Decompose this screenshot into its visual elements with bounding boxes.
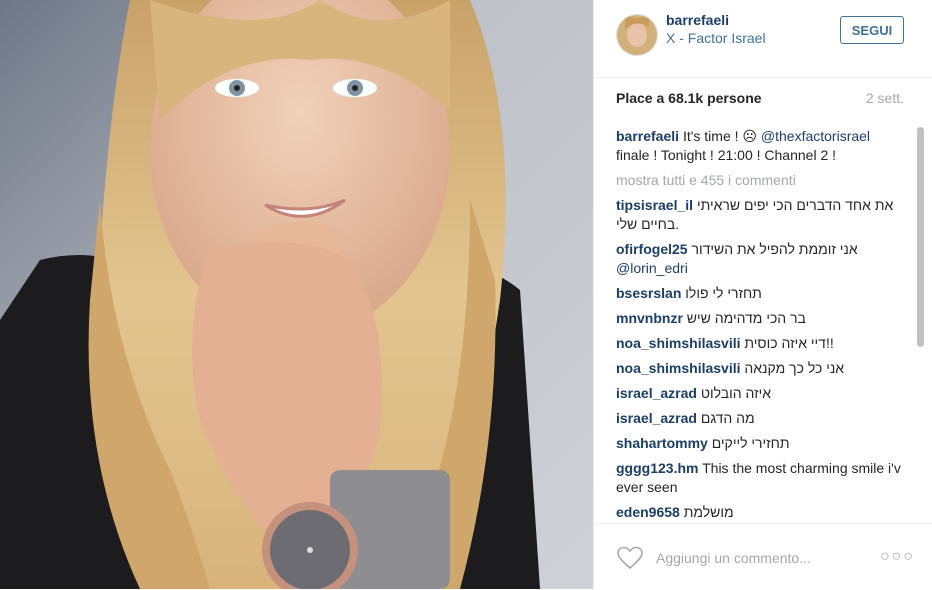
- post-username[interactable]: barrefaeli: [666, 12, 729, 28]
- comment-username[interactable]: shahartommy: [616, 435, 708, 451]
- comment-item: noa_shimshilasvili אני כל כך מקנאה: [616, 359, 906, 378]
- likes-count[interactable]: Place a 68.1k persone: [616, 90, 762, 106]
- comment-item: israel_azrad איזה הובלוט: [616, 384, 906, 403]
- comment-username[interactable]: gggg123.hm: [616, 460, 698, 476]
- post-photo[interactable]: [0, 0, 593, 589]
- comment-text: איזה הובלוט: [700, 385, 772, 401]
- comment-item: noa_shimshilasvili דיי איזה כוסית!!: [616, 334, 906, 353]
- comment-username[interactable]: noa_shimshilasvili: [616, 335, 741, 351]
- post-photo-illustration: [0, 0, 593, 589]
- comment-username[interactable]: israel_azrad: [616, 410, 697, 426]
- scrollbar-thumb[interactable]: [917, 127, 924, 347]
- comment-item: bsesrslan תחזרי לי פולו: [616, 284, 906, 303]
- comments-list[interactable]: barrefaeli It's time ! ☹ @thexfactorisra…: [616, 127, 906, 524]
- caption: barrefaeli It's time ! ☹ @thexfactorisra…: [616, 127, 906, 165]
- comment-item: eden9658 מושלמת: [616, 503, 906, 522]
- comment-text: אני זוממת להפיל את השידור: [691, 241, 858, 257]
- heart-outline-icon[interactable]: [616, 546, 644, 570]
- comment-text: תחזירי לייקים: [711, 435, 790, 451]
- caption-mention[interactable]: @thexfactorisrael: [761, 128, 870, 144]
- comment-username[interactable]: bsesrslan: [616, 285, 681, 301]
- caption-username[interactable]: barrefaeli: [616, 128, 679, 144]
- comment-item: israel_azrad מה הדגם: [616, 409, 906, 428]
- comment-item: ofirfogel25 אני זוממת להפיל את השידור @l…: [616, 240, 906, 278]
- comment-username[interactable]: tipsisrael_il: [616, 197, 693, 213]
- avatar-image: [617, 15, 657, 55]
- comment-username[interactable]: noa_shimshilasvili: [616, 360, 741, 376]
- instagram-post-modal: barrefaeli X - Factor Israel SEGUI Place…: [0, 0, 932, 589]
- comment-text: מושלמת: [683, 504, 734, 520]
- post-footer: Aggiungi un commento... ○○○: [594, 523, 932, 590]
- comment-text: אני כל כך מקנאה: [744, 360, 845, 376]
- post-header: barrefaeli X - Factor Israel SEGUI: [594, 0, 932, 78]
- comment-item: gggg123.hm This the most charming smile …: [616, 459, 906, 497]
- post-sidebar: barrefaeli X - Factor Israel SEGUI Place…: [593, 0, 932, 589]
- comments-scrollbar[interactable]: [917, 127, 924, 522]
- post-location[interactable]: X - Factor Israel: [666, 30, 766, 46]
- add-comment-input[interactable]: Aggiungi un commento...: [656, 550, 811, 566]
- comment-item: tipsisrael_il את אחד הדברים הכי יפים שרא…: [616, 196, 906, 234]
- comment-username[interactable]: mnvnbnzr: [616, 310, 683, 326]
- avatar[interactable]: [616, 14, 658, 56]
- comment-text: בר הכי מדהימה שיש: [686, 310, 806, 326]
- comment-text: תחזרי לי פולו: [685, 285, 762, 301]
- comment-item: mnvnbnzr בר הכי מדהימה שיש: [616, 309, 906, 328]
- comment-mention[interactable]: @lorin_edri: [616, 260, 688, 276]
- follow-button[interactable]: SEGUI: [840, 16, 904, 44]
- comment-item: shahartommy תחזירי לייקים: [616, 434, 906, 453]
- show-all-comments-link[interactable]: mostra tutti e 455 i commenti: [616, 171, 906, 190]
- comment-text: דיי איזה כוסית!!: [744, 335, 834, 351]
- caption-text-end: finale ! Tonight ! 21:00 ! Channel 2 !: [616, 147, 837, 163]
- caption-text: It's time ! ☹: [682, 128, 761, 144]
- post-age[interactable]: 2 sett.: [866, 90, 904, 106]
- comment-username[interactable]: ofirfogel25: [616, 241, 688, 257]
- comment-username[interactable]: eden9658: [616, 504, 680, 520]
- comment-username[interactable]: israel_azrad: [616, 385, 697, 401]
- comment-text: מה הדגם: [700, 410, 755, 426]
- more-options-icon[interactable]: ○○○: [880, 548, 915, 566]
